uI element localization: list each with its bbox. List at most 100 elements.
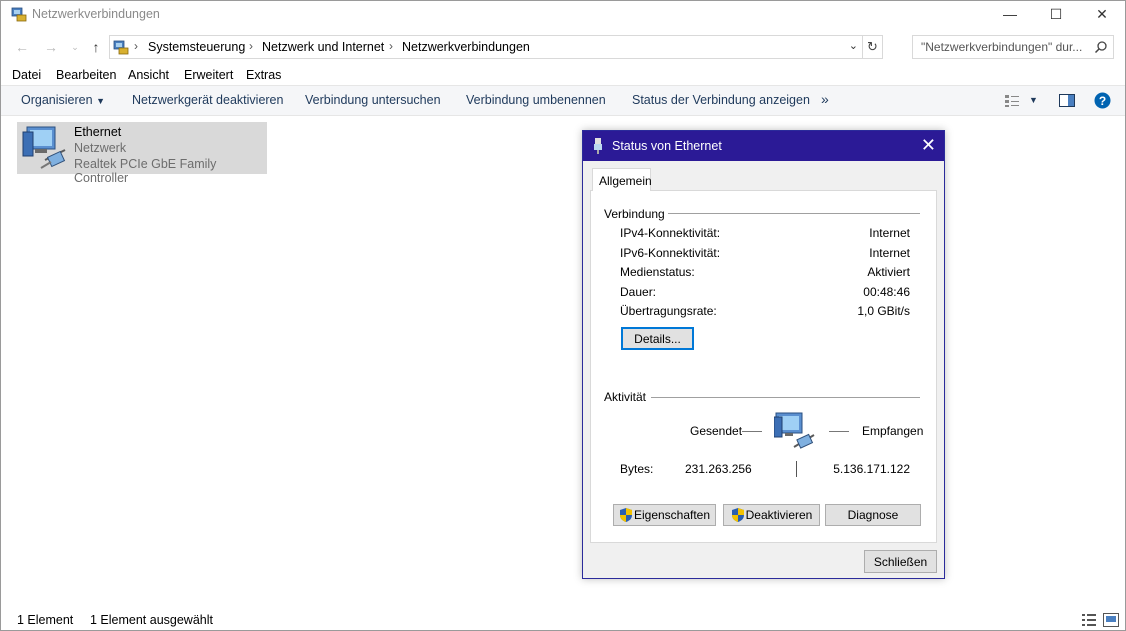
forward-arrow-icon: →: [44, 39, 58, 55]
breadcrumb-separator-icon: ›: [134, 39, 138, 53]
ipv6-value: Internet: [869, 246, 910, 260]
search-input[interactable]: "Netzwerkverbindungen" dur...: [912, 35, 1114, 59]
menu-bar: Datei Bearbeiten Ansicht Erweitert Extra…: [1, 65, 1125, 85]
help-icon[interactable]: ?: [1094, 92, 1111, 109]
large-icons-view-icon[interactable]: [1103, 613, 1119, 627]
close-window-button[interactable]: ✕: [1079, 1, 1125, 27]
status-bar: 1 Element 1 Element ausgewählt: [1, 609, 1125, 631]
menu-ansicht[interactable]: Ansicht: [128, 68, 169, 82]
connection-network: Netzwerk: [74, 141, 127, 155]
sent-label: Gesendet: [690, 424, 743, 438]
bytes-divider: [796, 461, 797, 477]
menu-extras[interactable]: Extras: [246, 68, 281, 82]
connection-group-label: Verbindung: [604, 207, 665, 221]
breadcrumb-separator-icon: ›: [249, 39, 253, 53]
bytes-sent-value: 231.263.256: [685, 462, 752, 476]
uac-shield-icon: [619, 508, 632, 522]
control-panel-icon: [113, 40, 129, 55]
title-bar: Netzwerkverbindungen — ☐ ✕: [1, 1, 1125, 29]
more-commands-button[interactable]: »: [821, 91, 829, 107]
menu-bearbeiten[interactable]: Bearbeiten: [56, 68, 116, 82]
status-dialog: Status von Ethernet ✕ Allgemein Verbindu…: [582, 130, 945, 579]
close-button[interactable]: Schließen: [864, 550, 937, 573]
back-button[interactable]: ←: [12, 37, 32, 57]
close-button-label: Schließen: [873, 554, 928, 569]
bytes-label: Bytes:: [620, 462, 654, 476]
connection-name: Ethernet: [74, 125, 122, 139]
ipv6-label: IPv6-Konnektivität:: [620, 246, 721, 260]
uac-shield-icon: [731, 508, 744, 522]
breadcrumb-separator-icon: ›: [389, 39, 393, 53]
properties-button[interactable]: Eigenschaften: [613, 504, 716, 526]
forward-button[interactable]: →: [41, 37, 61, 57]
network-activity-icon: [774, 412, 815, 449]
dropdown-arrow-icon: ▼: [96, 96, 105, 106]
selected-count: 1 Element ausgewählt: [90, 613, 213, 627]
minimize-icon: —: [1003, 6, 1017, 22]
maximize-button[interactable]: ☐: [1033, 1, 1079, 27]
recent-locations-button[interactable]: ⌄: [65, 37, 85, 57]
bytes-received-value: 5.136.171.122: [833, 462, 910, 476]
refresh-button[interactable]: ↻: [862, 36, 882, 58]
diagnose-button-label: Diagnose: [847, 508, 899, 522]
group-divider: [668, 213, 920, 214]
refresh-icon: ↻: [867, 39, 878, 54]
ethernet-connection-item[interactable]: Ethernet Netzwerk Realtek PCIe GbE Famil…: [17, 122, 267, 185]
address-row: ← → ⌄ ↑ › Systemsteuerung › Netzwerk und…: [1, 33, 1125, 61]
network-adapter-icon: [22, 126, 66, 169]
search-icon: [1094, 41, 1107, 54]
network-connections-icon: [11, 7, 27, 22]
speed-label: Übertragungsrate:: [620, 304, 717, 318]
details-button[interactable]: Details...: [621, 327, 694, 350]
close-icon: ✕: [1096, 5, 1108, 22]
breadcrumb-netzwerkverbindungen[interactable]: Netzwerkverbindungen: [402, 40, 530, 54]
media-status-value: Aktiviert: [867, 265, 910, 279]
sent-line: [742, 431, 762, 432]
media-status-label: Medienstatus:: [620, 265, 695, 279]
disable-button[interactable]: Deaktivieren: [723, 504, 820, 526]
ipv4-label: IPv4-Konnektivität:: [620, 226, 721, 240]
up-button[interactable]: ↑: [86, 37, 106, 57]
minimize-button[interactable]: —: [987, 1, 1033, 27]
organize-button[interactable]: Organisieren ▼: [21, 93, 105, 107]
command-bar: Organisieren ▼ Netzwerkgerät deaktiviere…: [1, 85, 1125, 116]
diagnose-button[interactable]: Diagnose: [825, 504, 921, 526]
tab-panel: Verbindung IPv4-Konnektivität: Internet …: [590, 190, 937, 543]
properties-button-label: Eigenschaften: [633, 508, 711, 522]
disable-device-button[interactable]: Netzwerkgerät deaktivieren: [132, 93, 283, 107]
item-count: 1 Element: [17, 613, 74, 627]
activity-group-label: Aktivität: [604, 390, 647, 404]
speed-value: 1,0 GBit/s: [857, 304, 910, 318]
ipv4-value: Internet: [869, 226, 910, 240]
address-dropdown-icon[interactable]: ⌄: [849, 39, 858, 52]
search-placeholder: "Netzwerkverbindungen" dur...: [921, 40, 1083, 54]
tab-allgemein[interactable]: Allgemein: [592, 168, 652, 191]
rename-connection-button[interactable]: Verbindung umbenennen: [466, 93, 606, 107]
diagnose-connection-button[interactable]: Verbindung untersuchen: [305, 93, 441, 107]
up-arrow-icon: ↑: [92, 39, 100, 55]
ethernet-plug-icon: [594, 138, 602, 154]
breadcrumb-netzwerk-und-internet[interactable]: Netzwerk und Internet: [262, 40, 384, 54]
dialog-close-icon[interactable]: ✕: [921, 135, 936, 156]
details-view-icon[interactable]: [1081, 613, 1097, 627]
disable-button-label: Deaktivieren: [745, 508, 813, 522]
change-view-icon[interactable]: [1004, 94, 1020, 108]
back-arrow-icon: ←: [15, 39, 29, 55]
maximize-icon: ☐: [1049, 5, 1063, 22]
dialog-title: Status von Ethernet: [612, 139, 722, 153]
breadcrumb-systemsteuerung[interactable]: Systemsteuerung: [148, 40, 245, 54]
view-options-chevron-icon[interactable]: ▼: [1029, 95, 1038, 105]
duration-label: Dauer:: [620, 285, 657, 299]
explorer-window: Netzwerkverbindungen — ☐ ✕ ← → ⌄ ↑ › Sys…: [0, 0, 1126, 631]
address-bar[interactable]: › Systemsteuerung › Netzwerk und Interne…: [109, 35, 883, 59]
group-divider: [651, 397, 920, 398]
duration-value: 00:48:46: [863, 285, 910, 299]
window-title: Netzwerkverbindungen: [32, 7, 160, 21]
menu-erweitert[interactable]: Erweitert: [184, 68, 233, 82]
connection-adapter: Realtek PCIe GbE Family Controller: [74, 157, 217, 185]
menu-datei[interactable]: Datei: [12, 68, 41, 82]
details-button-label: Details...: [634, 331, 681, 346]
received-line: [829, 431, 849, 432]
view-status-button[interactable]: Status der Verbindung anzeigen: [632, 93, 810, 107]
preview-pane-icon[interactable]: [1059, 94, 1075, 107]
